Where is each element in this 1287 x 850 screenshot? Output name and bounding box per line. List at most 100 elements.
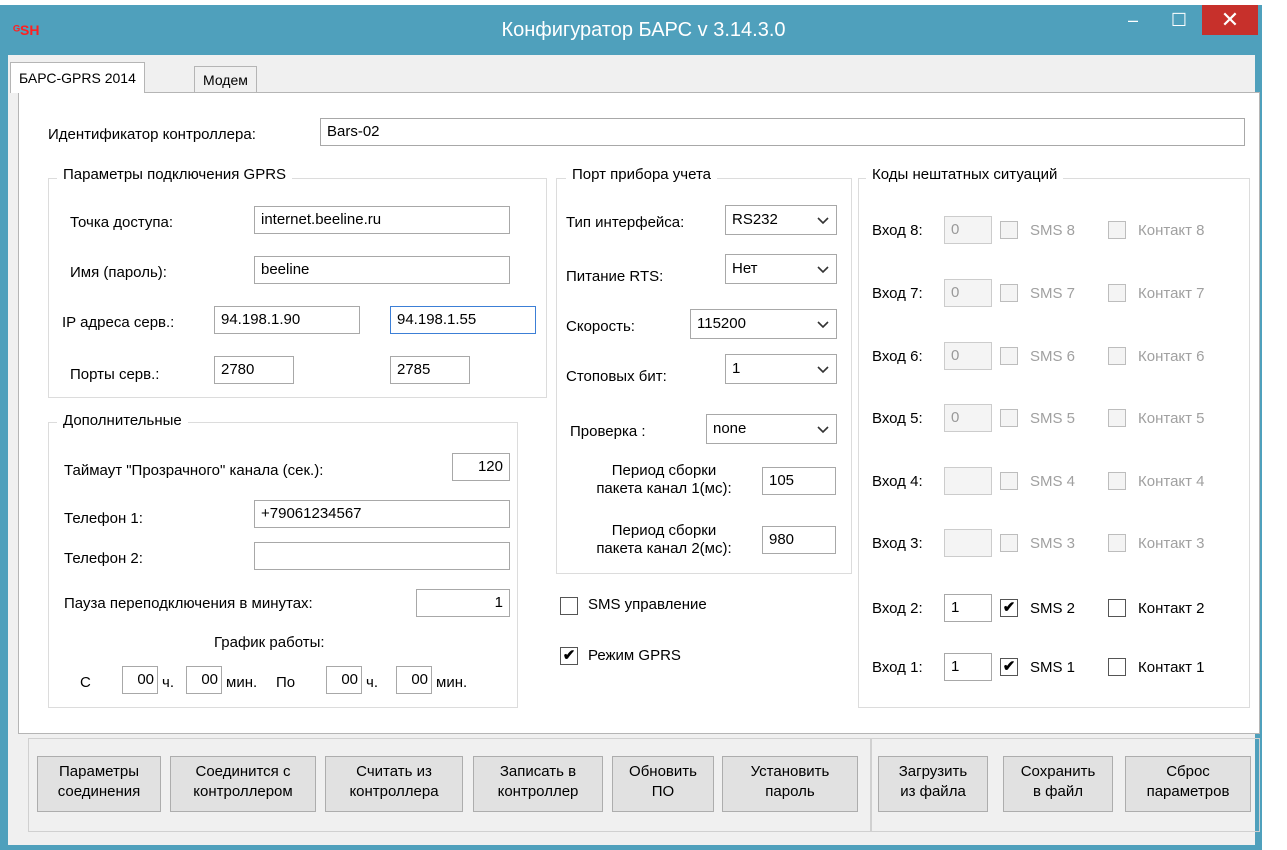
input-label: Вход 8: bbox=[872, 222, 923, 239]
toolbar-button[interactable]: Установить пароль bbox=[722, 756, 858, 812]
input-label: Вход 2: bbox=[872, 600, 923, 617]
contact-checkbox[interactable] bbox=[1108, 284, 1126, 302]
port2-input[interactable]: 2785 bbox=[390, 356, 470, 384]
pause-label: Пауза переподключения в минутах: bbox=[64, 595, 313, 612]
gprs-group-title: Параметры подключения GPRS bbox=[57, 166, 293, 183]
contact-label: Контакт 4 bbox=[1138, 473, 1205, 490]
input-label: Вход 5: bbox=[872, 410, 923, 427]
controller-id-input[interactable]: Bars-02 bbox=[320, 118, 1245, 146]
button-label-line1: Записать в bbox=[499, 763, 577, 780]
to-label: По bbox=[276, 674, 296, 691]
speed-label: Скорость: bbox=[566, 318, 635, 335]
rts-value: Нет bbox=[732, 260, 758, 277]
period2-label-line1: Период сборки bbox=[611, 522, 717, 539]
contact-checkbox[interactable] bbox=[1108, 472, 1126, 490]
emergency-group-title: Коды нештатных ситуаций bbox=[866, 166, 1064, 183]
ip-label: IP адреса серв.: bbox=[62, 314, 175, 331]
iface-select[interactable]: RS232 bbox=[725, 205, 837, 235]
check-select[interactable]: none bbox=[706, 414, 837, 444]
ports-label: Порты серв.: bbox=[70, 366, 160, 383]
port1-input[interactable]: 2780 bbox=[214, 356, 294, 384]
toolbar-button[interactable]: Обновить ПО bbox=[612, 756, 714, 812]
period1-input[interactable]: 105 bbox=[762, 467, 836, 495]
input-code[interactable]: 0 bbox=[944, 216, 992, 244]
contact-checkbox[interactable] bbox=[1108, 221, 1126, 239]
sms-checkbox[interactable]: ✔ bbox=[1000, 658, 1018, 676]
contact-label: Контакт 2 bbox=[1138, 600, 1205, 617]
ip2-input[interactable]: 94.198.1.55 bbox=[390, 306, 536, 334]
button-label-line1: Параметры bbox=[59, 763, 139, 780]
tab-modem[interactable]: Модем bbox=[194, 66, 257, 93]
to-minutes-input[interactable]: 00 bbox=[396, 666, 432, 694]
period2-label: Период сборки пакета канал 2(мс): bbox=[574, 522, 754, 558]
rts-select[interactable]: Нет bbox=[725, 254, 837, 284]
gprs-mode-checkbox[interactable]: ✔ bbox=[560, 647, 578, 665]
apn-label: Точка доступа: bbox=[70, 214, 173, 231]
period1-label-line2: пакета канал 1(мс): bbox=[596, 480, 732, 497]
contact-checkbox[interactable] bbox=[1108, 658, 1126, 676]
contact-checkbox[interactable] bbox=[1108, 534, 1126, 552]
toolbar-button[interactable]: Загрузить из файла bbox=[878, 756, 988, 812]
phone1-input[interactable]: +79061234567 bbox=[254, 500, 510, 528]
stop-select[interactable]: 1 bbox=[725, 354, 837, 384]
sms-checkbox[interactable] bbox=[1000, 347, 1018, 365]
emergency-group bbox=[858, 178, 1250, 708]
period2-input[interactable]: 980 bbox=[762, 526, 836, 554]
input-code[interactable]: 1 bbox=[944, 653, 992, 681]
close-button[interactable]: ✕ bbox=[1202, 5, 1258, 35]
input-code[interactable]: 0 bbox=[944, 404, 992, 432]
toolbar-button[interactable]: Соединится с контроллером bbox=[170, 756, 316, 812]
period1-label-line1: Период сборки bbox=[611, 462, 717, 479]
sms-checkbox[interactable] bbox=[1000, 221, 1018, 239]
phone2-input[interactable] bbox=[254, 542, 510, 570]
input-code[interactable]: 1 bbox=[944, 594, 992, 622]
input-code[interactable]: 0 bbox=[944, 279, 992, 307]
ip1-input[interactable]: 94.198.1.90 bbox=[214, 306, 360, 334]
period2-label-line2: пакета канал 2(мс): bbox=[596, 540, 732, 557]
sms-checkbox[interactable]: ✔ bbox=[1000, 599, 1018, 617]
minimize-button[interactable]: – bbox=[1110, 5, 1156, 35]
from-minutes-input[interactable]: 00 bbox=[186, 666, 222, 694]
toolbar-button[interactable]: Считать из контроллера bbox=[325, 756, 463, 812]
sms-checkbox[interactable] bbox=[1000, 409, 1018, 427]
input-code[interactable]: 0 bbox=[944, 342, 992, 370]
toolbar-button[interactable]: Записать в контроллер bbox=[473, 756, 603, 812]
sms-checkbox[interactable] bbox=[1000, 472, 1018, 490]
from-hours-input[interactable]: 00 bbox=[122, 666, 158, 694]
to-hours-input[interactable]: 00 bbox=[326, 666, 362, 694]
input-code[interactable] bbox=[944, 467, 992, 495]
sms-checkbox[interactable] bbox=[1000, 534, 1018, 552]
maximize-button[interactable]: ☐ bbox=[1156, 5, 1202, 35]
button-label-line2: контроллер bbox=[497, 783, 579, 800]
toolbar-button[interactable]: Параметры соединения bbox=[37, 756, 161, 812]
speed-select[interactable]: 115200 bbox=[690, 309, 837, 339]
stop-value: 1 bbox=[732, 360, 741, 377]
sms-control-checkbox[interactable] bbox=[560, 597, 578, 615]
iface-value: RS232 bbox=[732, 211, 778, 228]
contact-checkbox[interactable] bbox=[1108, 347, 1126, 365]
chevron-down-icon bbox=[817, 217, 829, 225]
sms-control-label: SMS управление bbox=[588, 596, 707, 613]
timeout-input[interactable]: 120 bbox=[452, 453, 510, 481]
sms-label: SMS 6 bbox=[1030, 348, 1076, 365]
timeout-label: Таймаут "Прозрачного" канала (сек.): bbox=[64, 462, 324, 479]
tab-bars-gprs[interactable]: БАРС-GPRS 2014 bbox=[10, 62, 145, 93]
toolbar-button[interactable]: Сохранить в файл bbox=[1003, 756, 1113, 812]
toolbar-button[interactable]: Сброс параметров bbox=[1125, 756, 1251, 812]
phone2-label: Телефон 2: bbox=[64, 550, 143, 567]
contact-checkbox[interactable] bbox=[1108, 599, 1126, 617]
name-input[interactable]: beeline bbox=[254, 256, 510, 284]
button-label-line2: ПО bbox=[651, 783, 675, 800]
gprs-mode-label: Режим GPRS bbox=[588, 647, 681, 664]
chevron-down-icon bbox=[817, 266, 829, 274]
button-label-line1: Сохранить bbox=[1020, 763, 1096, 780]
contact-checkbox[interactable] bbox=[1108, 409, 1126, 427]
sms-label: SMS 4 bbox=[1030, 473, 1076, 490]
check-value: none bbox=[713, 420, 747, 437]
phone1-label: Телефон 1: bbox=[64, 510, 143, 527]
sms-checkbox[interactable] bbox=[1000, 284, 1018, 302]
from-hours-label: ч. bbox=[162, 674, 174, 691]
pause-input[interactable]: 1 bbox=[416, 589, 510, 617]
input-code[interactable] bbox=[944, 529, 992, 557]
apn-input[interactable]: internet.beeline.ru bbox=[254, 206, 510, 234]
